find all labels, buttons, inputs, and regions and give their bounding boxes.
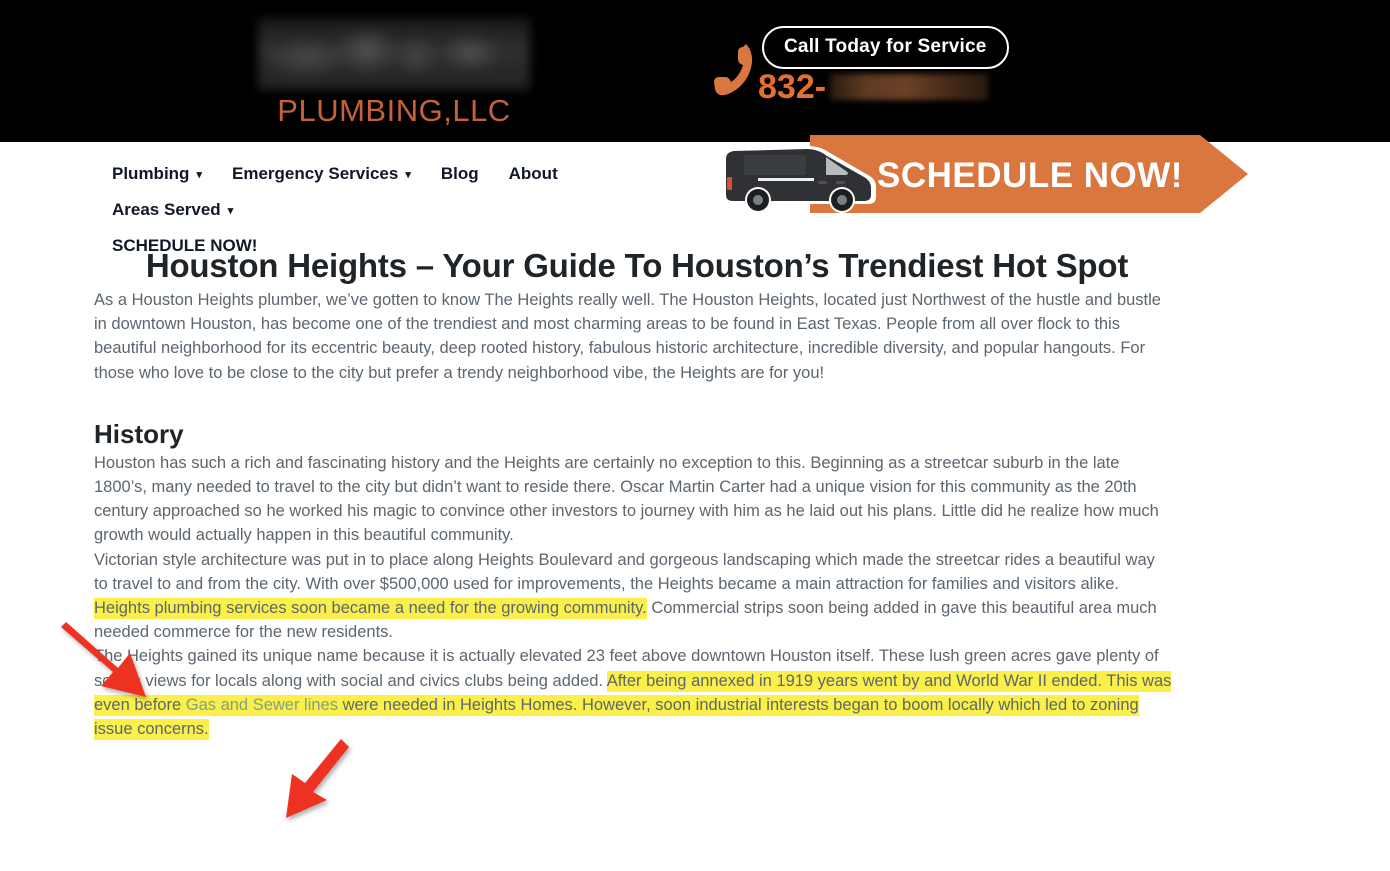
nav-item-label: Areas Served	[112, 200, 221, 219]
site-logo[interactable]: PLUMBING,LLC	[258, 18, 530, 128]
page-title: Houston Heights – Your Guide To Houston’…	[145, 247, 1129, 284]
logo-subtitle: PLUMBING,LLC	[277, 93, 511, 128]
article-body: As a Houston Heights plumber, we’ve gott…	[0, 288, 1390, 741]
chevron-down-icon: ▾	[227, 204, 234, 217]
victorian-paragraph: Victorian style architecture was put in …	[94, 548, 1172, 645]
call-today-button[interactable]: Call Today for Service	[762, 26, 1009, 69]
nav-item-label: Emergency Services	[231, 164, 399, 183]
nav-item-label: Plumbing	[112, 164, 190, 183]
nav-item-about[interactable]: About	[509, 164, 558, 184]
victorian-text-before: Victorian style architecture was put in …	[94, 550, 1155, 593]
phone-icon	[712, 38, 756, 100]
chevron-down-icon: ▾	[405, 168, 411, 181]
nav-item-plumbing[interactable]: Plumbing ▾	[112, 164, 202, 184]
logo-image-redacted	[258, 18, 530, 90]
highlight-plumbing-services: Heights plumbing services soon became a …	[94, 598, 647, 620]
nav-item-areas-served[interactable]: Areas Served ▾	[112, 200, 233, 220]
header-call-cluster: Call Today for Service 832-	[706, 24, 1036, 114]
schedule-now-banner[interactable]: SCHEDULE NOW!	[700, 125, 1260, 223]
nav-item-label: About	[508, 164, 558, 183]
page-root: PLUMBING,LLC Call Today for Service 832-…	[0, 0, 1390, 871]
header-phone-number[interactable]: 832-	[758, 68, 989, 106]
svg-text:SCHEDULE NOW!: SCHEDULE NOW!	[877, 156, 1183, 195]
nav-item-blog[interactable]: Blog	[441, 164, 479, 184]
gas-and-sewer-lines-link[interactable]: Gas and Sewer lines	[186, 696, 338, 714]
arrow-to-gas-sewer-link	[286, 739, 349, 818]
nav-item-label: Blog	[440, 164, 479, 183]
article-content: Houston Heights – Your Guide To Houston’…	[0, 232, 1390, 741]
chevron-down-icon: ▾	[196, 168, 202, 181]
intro-paragraph: As a Houston Heights plumber, we’ve gott…	[94, 291, 1161, 382]
phone-number-redacted	[830, 74, 989, 100]
heights-name-paragraph: The Heights gained its unique name becau…	[94, 644, 1172, 741]
history-paragraph: Houston has such a rich and fascinating …	[94, 453, 1159, 545]
nav-item-emergency-services[interactable]: Emergency Services ▾	[232, 164, 411, 184]
section-heading-history: History	[94, 418, 184, 449]
site-header: PLUMBING,LLC Call Today for Service 832-	[0, 0, 1390, 142]
phone-prefix: 832-	[758, 68, 827, 106]
